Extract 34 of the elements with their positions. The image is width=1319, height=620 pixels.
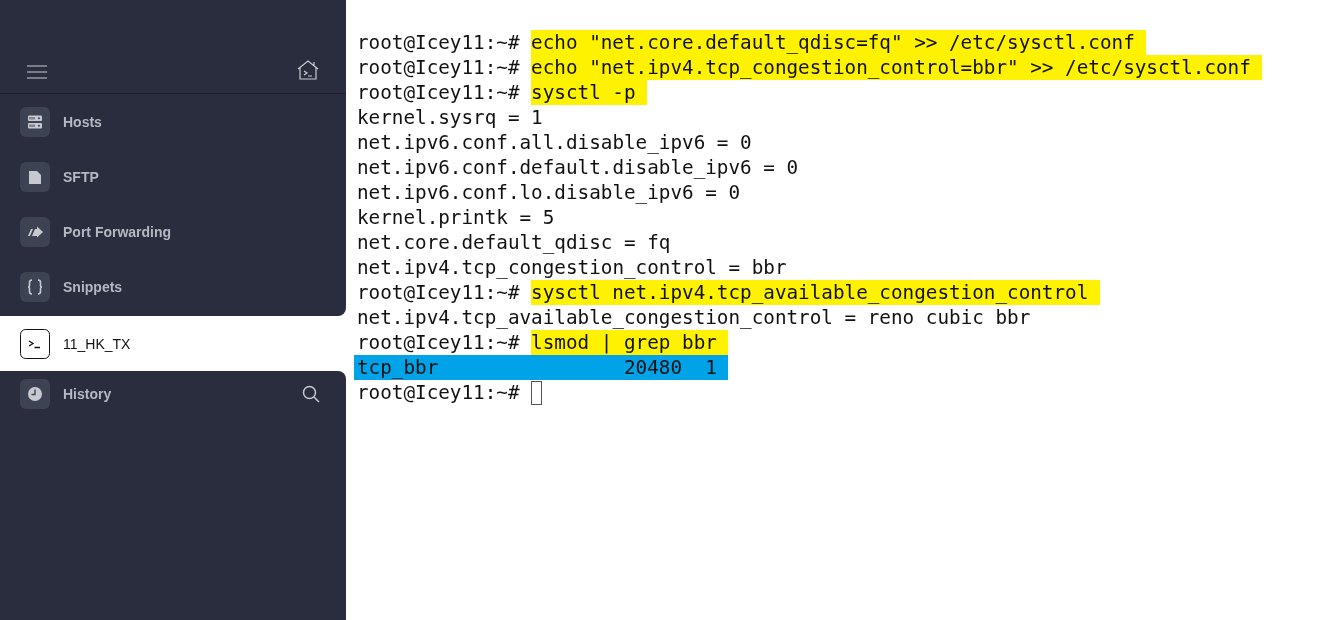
shell-prompt: root@Icey11:~# bbox=[357, 80, 520, 105]
shell-prompt: root@Icey11:~# bbox=[357, 280, 520, 305]
command-output: net.core.default_qdisc = fq bbox=[357, 230, 671, 255]
home-terminal-icon[interactable] bbox=[296, 59, 320, 81]
highlighted-command: lsmod | grep bbr bbox=[531, 330, 729, 355]
shell-prompt: root@Icey11:~# bbox=[357, 330, 520, 355]
highlighted-command: echo "net.ipv4.tcp_congestion_control=bbr" >> /etc/sysctl.conf bbox=[531, 55, 1263, 80]
command-output: kernel.printk = 5 bbox=[357, 205, 555, 230]
selected-output: tcp_bbr 20480 1 bbox=[354, 355, 729, 380]
menu-icon[interactable] bbox=[26, 65, 48, 79]
command-output: net.ipv6.conf.lo.disable_ipv6 = 0 bbox=[357, 180, 741, 205]
command-output: net.ipv6.conf.default.disable_ipv6 = 0 bbox=[357, 155, 799, 180]
terminal-cursor bbox=[531, 380, 543, 405]
sidebar-item[interactable]: History bbox=[0, 371, 346, 417]
search-icon[interactable] bbox=[302, 385, 320, 403]
sidebar-item[interactable]: Hosts bbox=[0, 94, 346, 149]
shell-prompt: root@Icey11:~# bbox=[357, 55, 520, 80]
shell-prompt: root@Icey11:~# bbox=[357, 380, 520, 405]
highlighted-command: sysctl net.ipv4.tcp_available_congestion_control bbox=[531, 280, 1100, 305]
command-output: net.ipv6.conf.all.disable_ipv6 = 0 bbox=[357, 130, 752, 155]
sidebar-item[interactable]: SFTP bbox=[0, 149, 346, 204]
braces-icon bbox=[20, 271, 50, 302]
clock-icon bbox=[20, 379, 50, 409]
shell-prompt: root@Icey11:~# bbox=[357, 30, 520, 55]
highlighted-command: sysctl -p bbox=[531, 80, 648, 105]
server-icon bbox=[20, 106, 50, 137]
terminal-icon bbox=[20, 328, 50, 359]
command-output: kernel.sysrq = 1 bbox=[357, 105, 543, 130]
command-output: net.ipv4.tcp_available_congestion_control = reno cubic bbr bbox=[357, 305, 1031, 330]
highlighted-command: echo "net.core.default_qdisc=fq" >> /etc/sysctl.conf bbox=[531, 30, 1147, 55]
file-icon bbox=[20, 161, 50, 192]
sidebar-item[interactable]: Port Forwarding bbox=[0, 204, 346, 259]
command-output: net.ipv4.tcp_congestion_control = bbr bbox=[357, 255, 787, 280]
sidebar-item[interactable]: Snippets bbox=[0, 259, 346, 314]
